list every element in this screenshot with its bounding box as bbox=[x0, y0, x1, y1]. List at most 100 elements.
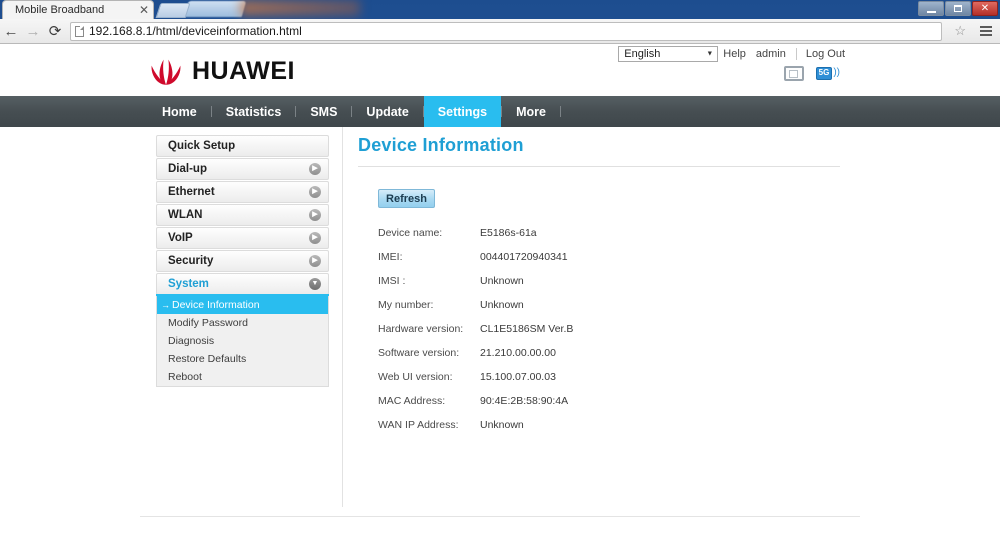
info-row: IMSI : Unknown bbox=[358, 275, 858, 299]
info-label: Web UI version: bbox=[378, 371, 453, 383]
info-row: MAC Address: 90:4E:2B:58:90:4A bbox=[358, 395, 858, 419]
forward-icon[interactable]: → bbox=[22, 20, 44, 42]
chevron-down-icon: ▼ bbox=[706, 50, 714, 58]
browser-tab[interactable]: Mobile Broadband ✕ bbox=[2, 0, 154, 19]
chevron-right-icon[interactable]: ▶ bbox=[309, 163, 321, 175]
back-icon[interactable]: ← bbox=[0, 20, 22, 42]
sidebar-item-wlan[interactable]: WLAN ▶ bbox=[156, 204, 329, 226]
chevron-right-icon[interactable]: ▶ bbox=[309, 232, 321, 244]
signal-waves-icon: )) bbox=[833, 67, 840, 79]
submenu-item-modify-password[interactable]: Modify Password bbox=[157, 314, 328, 332]
info-row: Software version: 21.210.00.00.00 bbox=[358, 347, 858, 371]
info-label: Device name: bbox=[378, 227, 443, 239]
huawei-flower-icon bbox=[151, 59, 181, 85]
status-icons: 5G )) bbox=[783, 66, 840, 81]
nav-item-update[interactable]: Update bbox=[352, 96, 422, 127]
submenu-item-label: Device Information bbox=[172, 299, 260, 311]
brand-name: HUAWEI bbox=[192, 56, 295, 85]
network-type-badge: 5G bbox=[815, 67, 833, 80]
info-value: Unknown bbox=[480, 419, 524, 431]
nav-item-sms[interactable]: SMS bbox=[296, 96, 351, 127]
submenu-item-label: Reboot bbox=[168, 371, 202, 383]
chevron-right-icon[interactable]: ▶ bbox=[309, 209, 321, 221]
info-value: 15.100.07.00.03 bbox=[480, 371, 556, 383]
network-signal-icon: 5G )) bbox=[815, 67, 840, 80]
info-row: WAN IP Address: Unknown bbox=[358, 419, 858, 443]
sidebar-item-label: Dial-up bbox=[168, 163, 207, 175]
sidebar-item-label: VoIP bbox=[168, 232, 193, 244]
nav-item-more[interactable]: More bbox=[502, 96, 560, 127]
sidebar-item-ethernet[interactable]: Ethernet ▶ bbox=[156, 181, 329, 203]
browser-toolbar: ← → ⟳ 192.168.8.1/html/deviceinformation… bbox=[0, 19, 1000, 44]
submenu-item-label: Restore Defaults bbox=[168, 353, 247, 365]
page-body: Quick Setup Dial-up ▶ Ethernet ▶ WLAN ▶ VoIP ▶ Se… bbox=[0, 127, 1000, 537]
sim-card-icon bbox=[783, 66, 804, 81]
chevron-right-icon[interactable]: ▶ bbox=[309, 186, 321, 198]
info-row: Web UI version: 15.100.07.00.03 bbox=[358, 371, 858, 395]
chevron-right-icon[interactable]: ▶ bbox=[309, 255, 321, 267]
info-label: IMSI : bbox=[378, 275, 406, 287]
info-value: 90:4E:2B:58:90:4A bbox=[480, 395, 569, 407]
sidebar-item-quick-setup[interactable]: Quick Setup bbox=[156, 135, 329, 157]
nav-item-home[interactable]: Home bbox=[148, 96, 211, 127]
language-select[interactable]: English ▼ bbox=[618, 46, 719, 62]
device-information-table: Device name: E5186s-61a IMEI: 0044017209403… bbox=[358, 227, 858, 443]
sidebar-item-voip[interactable]: VoIP ▶ bbox=[156, 227, 329, 249]
address-bar[interactable]: 192.168.8.1/html/deviceinformation.html bbox=[70, 21, 943, 41]
submenu-item-device-information[interactable]: → Device Information bbox=[157, 296, 328, 314]
help-link[interactable]: Help bbox=[718, 48, 751, 60]
main-content: Device Information Refresh Device name: E… bbox=[358, 135, 858, 443]
sidebar-item-security[interactable]: Security ▶ bbox=[156, 250, 329, 272]
new-tab-button[interactable] bbox=[155, 3, 191, 18]
sidebar: Quick Setup Dial-up ▶ Ethernet ▶ WLAN ▶ VoIP ▶ Se… bbox=[156, 135, 329, 387]
close-icon: ✕ bbox=[980, 2, 990, 14]
logout-link[interactable]: Log Out bbox=[795, 48, 850, 60]
browser-tab-strip: Mobile Broadband ✕ ✕ bbox=[0, 0, 1000, 19]
header-toolbar: English ▼ Help admin Log Out bbox=[618, 46, 850, 62]
language-select-value: English bbox=[624, 48, 661, 60]
footer-rule bbox=[140, 516, 860, 517]
submenu-item-diagnosis[interactable]: Diagnosis bbox=[157, 332, 328, 350]
sidebar-item-label: Quick Setup bbox=[168, 140, 236, 152]
submenu-item-restore-defaults[interactable]: Restore Defaults bbox=[157, 350, 328, 368]
page-icon bbox=[75, 25, 84, 37]
page-viewport: English ▼ Help admin Log Out HUAWEI 5G)… bbox=[0, 44, 1000, 537]
sidebar-submenu: → Device Information Modify Password Diagno… bbox=[156, 296, 329, 387]
submenu-item-reboot[interactable]: Reboot bbox=[157, 368, 328, 386]
info-value: Unknown bbox=[480, 299, 524, 311]
browser-menu-icon[interactable] bbox=[972, 26, 1000, 36]
info-value: CL1E5186SM Ver.B bbox=[480, 323, 574, 335]
bookmark-star-icon[interactable]: ☆ bbox=[948, 23, 972, 39]
sidebar-item-label: WLAN bbox=[168, 209, 203, 221]
sidebar-item-system[interactable]: System ▼ bbox=[156, 273, 329, 296]
page-header: English ▼ Help admin Log Out HUAWEI 5G)… bbox=[0, 44, 1000, 96]
arrow-right-icon: → bbox=[161, 300, 170, 310]
brand-logo: HUAWEI bbox=[148, 56, 295, 86]
browser-tab-title: Mobile Broadband bbox=[15, 4, 105, 16]
info-label: Hardware version: bbox=[378, 323, 464, 335]
account-label[interactable]: admin bbox=[751, 48, 791, 60]
sidebar-item-label: Ethernet bbox=[168, 186, 215, 198]
nav-item-settings[interactable]: Settings bbox=[423, 96, 502, 127]
info-label: IMEI: bbox=[378, 251, 403, 263]
minimize-button[interactable] bbox=[918, 1, 944, 16]
maximize-button[interactable] bbox=[945, 1, 971, 16]
reload-icon[interactable]: ⟳ bbox=[44, 20, 66, 42]
info-label: WAN IP Address: bbox=[378, 419, 459, 431]
refresh-button[interactable]: Refresh bbox=[378, 189, 435, 208]
nav-item-statistics[interactable]: Statistics bbox=[212, 96, 296, 127]
close-icon[interactable]: ✕ bbox=[135, 4, 153, 16]
info-value: 004401720940341 bbox=[480, 251, 568, 263]
info-row: IMEI: 004401720940341 bbox=[358, 251, 858, 275]
submenu-item-label: Modify Password bbox=[168, 317, 248, 329]
main-navigation: Home Statistics SMS Update Settings More bbox=[0, 96, 1000, 127]
sidebar-item-dial-up[interactable]: Dial-up ▶ bbox=[156, 158, 329, 180]
window-close-button[interactable]: ✕ bbox=[972, 1, 998, 16]
nav-separator bbox=[559, 106, 561, 117]
info-label: My number: bbox=[378, 299, 434, 311]
info-value: Unknown bbox=[480, 275, 524, 287]
chevron-down-icon[interactable]: ▼ bbox=[309, 278, 321, 290]
window-controls: ✕ bbox=[918, 1, 998, 16]
sidebar-item-label: System bbox=[168, 278, 209, 290]
info-row: Device name: E5186s-61a bbox=[358, 227, 858, 251]
